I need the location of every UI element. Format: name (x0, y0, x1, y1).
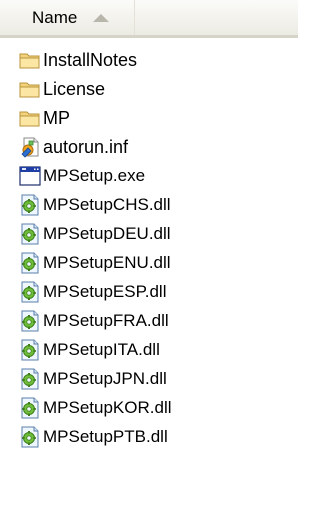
list-item-mpsetupfra-dll[interactable]: MPSetupFRA.dll (0, 306, 298, 335)
file-name: MPSetup.exe (43, 165, 146, 185)
list-item-mpsetupita-dll[interactable]: MPSetupITA.dll (0, 335, 298, 364)
folder-icon (19, 107, 41, 129)
application-exe-icon (19, 165, 41, 187)
file-list: InstallNotes License MP autorun.inf MPSe… (0, 45, 298, 451)
explorer-file-list-window: Name InstallNotes License MP autorun.inf… (0, 0, 298, 519)
file-name: MPSetupITA.dll (43, 339, 160, 359)
sort-ascending-icon (93, 13, 110, 22)
file-name: InstallNotes (43, 49, 138, 70)
list-item-license[interactable]: License (0, 74, 298, 103)
file-name: MPSetupDEU.dll (43, 223, 171, 243)
list-item-installnotes[interactable]: InstallNotes (0, 45, 298, 74)
setup-info-file-icon (19, 136, 41, 158)
name-column-header[interactable]: Name (0, 0, 135, 35)
list-item-mpsetupptb-dll[interactable]: MPSetupPTB.dll (0, 422, 298, 451)
dll-file-icon (19, 310, 41, 332)
dll-file-icon (19, 368, 41, 390)
list-item-mpsetupdeu-dll[interactable]: MPSetupDEU.dll (0, 219, 298, 248)
file-name: autorun.inf (43, 136, 129, 157)
dll-file-icon (19, 252, 41, 274)
folder-icon (19, 78, 41, 100)
list-item-mp[interactable]: MP (0, 103, 298, 132)
list-item-mpsetup-exe[interactable]: MPSetup.exe (0, 161, 298, 190)
dll-file-icon (19, 397, 41, 419)
file-name: MPSetupESP.dll (43, 281, 167, 301)
dll-file-icon (19, 426, 41, 448)
file-name: MPSetupCHS.dll (43, 194, 171, 214)
file-name: MPSetupKOR.dll (43, 397, 172, 417)
list-item-mpsetupchs-dll[interactable]: MPSetupCHS.dll (0, 190, 298, 219)
name-column-label: Name (32, 7, 78, 27)
list-item-mpsetupkor-dll[interactable]: MPSetupKOR.dll (0, 393, 298, 422)
file-name: MPSetupENU.dll (43, 252, 171, 272)
file-name: MPSetupPTB.dll (43, 426, 168, 446)
folder-icon (19, 49, 41, 71)
list-item-mpsetupenu-dll[interactable]: MPSetupENU.dll (0, 248, 298, 277)
file-name: MP (43, 107, 70, 128)
dll-file-icon (19, 194, 41, 216)
list-item-mpsetupesp-dll[interactable]: MPSetupESP.dll (0, 277, 298, 306)
list-item-mpsetupjpn-dll[interactable]: MPSetupJPN.dll (0, 364, 298, 393)
dll-file-icon (19, 339, 41, 361)
file-name: MPSetupJPN.dll (43, 368, 167, 388)
list-item-autorun-inf[interactable]: autorun.inf (0, 132, 298, 161)
dll-file-icon (19, 281, 41, 303)
file-name: License (43, 78, 106, 99)
file-name: MPSetupFRA.dll (43, 310, 169, 330)
column-header-bar: Name (0, 0, 298, 38)
dll-file-icon (19, 223, 41, 245)
